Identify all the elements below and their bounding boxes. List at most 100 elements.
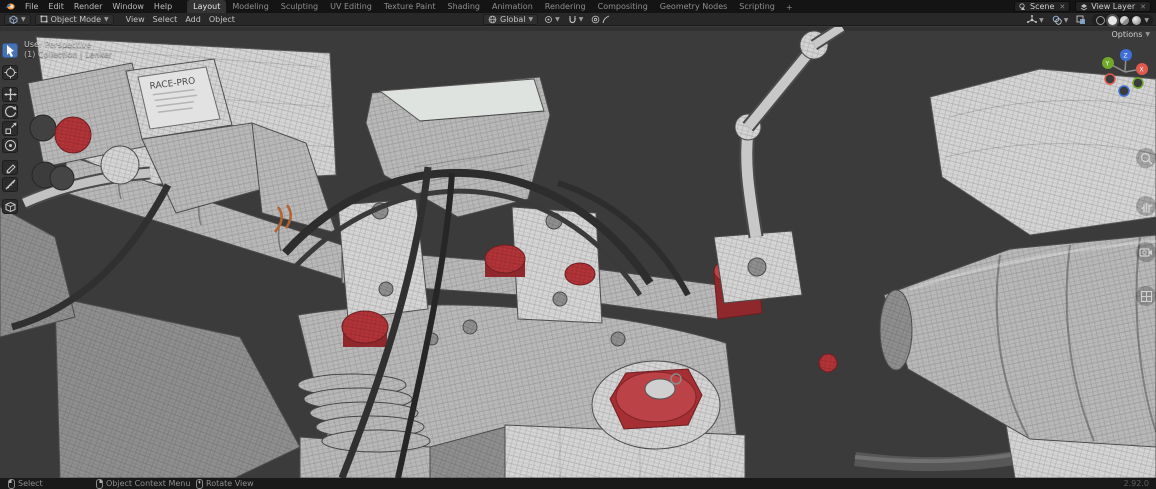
tool-scale[interactable]	[2, 121, 18, 136]
menu-window[interactable]: Window	[107, 0, 149, 13]
tool-transform[interactable]	[2, 138, 18, 153]
measure-ruler-icon	[4, 178, 17, 191]
svg-text:Z: Z	[1124, 53, 1128, 60]
svg-text:X: X	[1140, 67, 1144, 74]
hand-icon	[1140, 200, 1153, 213]
menu-file[interactable]: File	[20, 0, 43, 13]
proportional-editing-toggle[interactable]	[589, 14, 612, 25]
tab-layout[interactable]: Layout	[187, 0, 226, 13]
zoom-view-button[interactable]	[1136, 148, 1156, 168]
mouse-middle-icon	[196, 479, 203, 489]
cursor-3d-icon	[4, 66, 17, 79]
svg-text:Y: Y	[1105, 61, 1110, 68]
hint-rotate-view-label: Rotate View	[206, 479, 254, 488]
tab-scripting[interactable]: Scripting	[733, 0, 781, 13]
pivot-point-icon	[544, 15, 553, 24]
tool-annotate[interactable]	[2, 160, 18, 175]
menu-render[interactable]: Render	[69, 0, 107, 13]
hint-context-menu: Object Context Menu	[96, 478, 190, 489]
shading-mode-group: ▼	[1092, 14, 1153, 26]
scene-name: Scene	[1030, 2, 1054, 11]
camera-view-button[interactable]	[1136, 242, 1156, 262]
tab-rendering[interactable]: Rendering	[539, 0, 592, 13]
tool-select-box[interactable]	[2, 43, 18, 58]
show-gizmo-toggle[interactable]: ▼	[1025, 15, 1046, 26]
menu-select[interactable]: Select	[149, 13, 182, 26]
add-workspace-button[interactable]: +	[781, 1, 798, 13]
shading-material-button[interactable]	[1120, 16, 1129, 25]
options-button[interactable]: Options ▼	[1112, 30, 1151, 39]
menu-help[interactable]: Help	[149, 0, 177, 13]
shading-solid-button[interactable]	[1108, 16, 1117, 25]
falloff-curve-icon	[602, 15, 610, 24]
chevron-down-icon: ▼	[104, 16, 109, 23]
toggle-perspective-button[interactable]	[1136, 286, 1156, 306]
view-layer-icon	[1080, 3, 1088, 11]
viewport-3d[interactable]: RACE-PRO	[0, 27, 1156, 478]
scene-icon	[1019, 3, 1027, 11]
editor-type-selector[interactable]: ▼	[4, 14, 31, 25]
navigation-gizmo[interactable]: Z Y X	[1098, 45, 1152, 99]
tool-rotate[interactable]	[2, 104, 18, 119]
move-icon	[4, 88, 17, 101]
scene-unlink-icon[interactable]: ✕	[1057, 3, 1065, 11]
chevron-down-icon: ▼	[555, 16, 560, 23]
globe-icon	[488, 15, 497, 24]
ortho-grid-icon	[1140, 290, 1153, 303]
active-object-name: (1) Collection | Lenker	[24, 50, 112, 60]
axis-y-negative[interactable]	[1133, 78, 1143, 88]
axis-z-negative[interactable]	[1119, 86, 1129, 96]
camera-icon	[1139, 246, 1153, 258]
tab-shading[interactable]: Shading	[441, 0, 486, 13]
topbar-right: Scene ✕ View Layer ✕	[1014, 1, 1151, 12]
blender-window: File Edit Render Window Help Layout Mode…	[0, 0, 1156, 489]
overlays-icon	[1052, 15, 1062, 25]
shading-wireframe-button[interactable]	[1096, 16, 1105, 25]
tool-measure[interactable]	[2, 177, 18, 192]
pan-view-button[interactable]	[1136, 196, 1156, 216]
chevron-down-icon: ▼	[21, 16, 26, 23]
tool-bar	[2, 43, 18, 214]
pivot-point-selector[interactable]: ▼	[542, 14, 562, 25]
tab-modeling[interactable]: Modeling	[226, 0, 274, 13]
view-layer-selector[interactable]: View Layer ✕	[1075, 1, 1151, 12]
steering-stem-cap	[592, 361, 720, 449]
shading-rendered-button[interactable]	[1132, 16, 1141, 25]
rotate-icon	[4, 105, 17, 118]
hint-rotate-view: Rotate View	[196, 478, 254, 489]
view-name: User Perspective	[24, 40, 112, 50]
shading-options-dropdown-icon[interactable]: ▼	[1144, 17, 1149, 24]
axis-x-negative[interactable]	[1105, 74, 1115, 84]
tab-uv-editing[interactable]: UV Editing	[324, 0, 378, 13]
chevron-down-icon: ▼	[1039, 17, 1044, 24]
menu-view[interactable]: View	[122, 13, 149, 26]
workspace-tabs: Layout Modeling Sculpting UV Editing Tex…	[187, 0, 797, 13]
show-overlays-toggle[interactable]: ▼	[1050, 15, 1071, 26]
tab-geometry-nodes[interactable]: Geometry Nodes	[654, 0, 733, 13]
mode-selector[interactable]: Object Mode ▼	[35, 14, 114, 25]
xray-toggle[interactable]	[1074, 15, 1088, 26]
options-label: Options	[1112, 30, 1143, 39]
tab-compositing[interactable]: Compositing	[592, 0, 654, 13]
menu-edit[interactable]: Edit	[43, 0, 69, 13]
annotate-pencil-icon	[4, 161, 17, 174]
tab-sculpting[interactable]: Sculpting	[275, 0, 324, 13]
menu-add[interactable]: Add	[181, 13, 205, 26]
menu-object[interactable]: Object	[205, 13, 239, 26]
view-layer-unlink-icon[interactable]: ✕	[1138, 3, 1146, 11]
snap-toggle[interactable]: ▼	[566, 14, 586, 25]
blender-logo-icon[interactable]	[5, 2, 15, 11]
chevron-down-icon: ▼	[529, 16, 534, 23]
tool-move[interactable]	[2, 87, 18, 102]
scene-selector[interactable]: Scene ✕	[1014, 1, 1070, 12]
tab-animation[interactable]: Animation	[486, 0, 539, 13]
tab-texture-paint[interactable]: Texture Paint	[378, 0, 442, 13]
tool-add-cube[interactable]	[2, 199, 18, 214]
magnet-icon	[568, 15, 577, 24]
object-mode-icon	[40, 15, 48, 23]
gizmo-icon	[1027, 15, 1037, 25]
magnifier-icon	[1140, 152, 1153, 165]
mouse-right-icon	[96, 479, 103, 489]
transform-orientation-selector[interactable]: Global ▼	[483, 14, 538, 25]
tool-cursor[interactable]	[2, 65, 18, 80]
